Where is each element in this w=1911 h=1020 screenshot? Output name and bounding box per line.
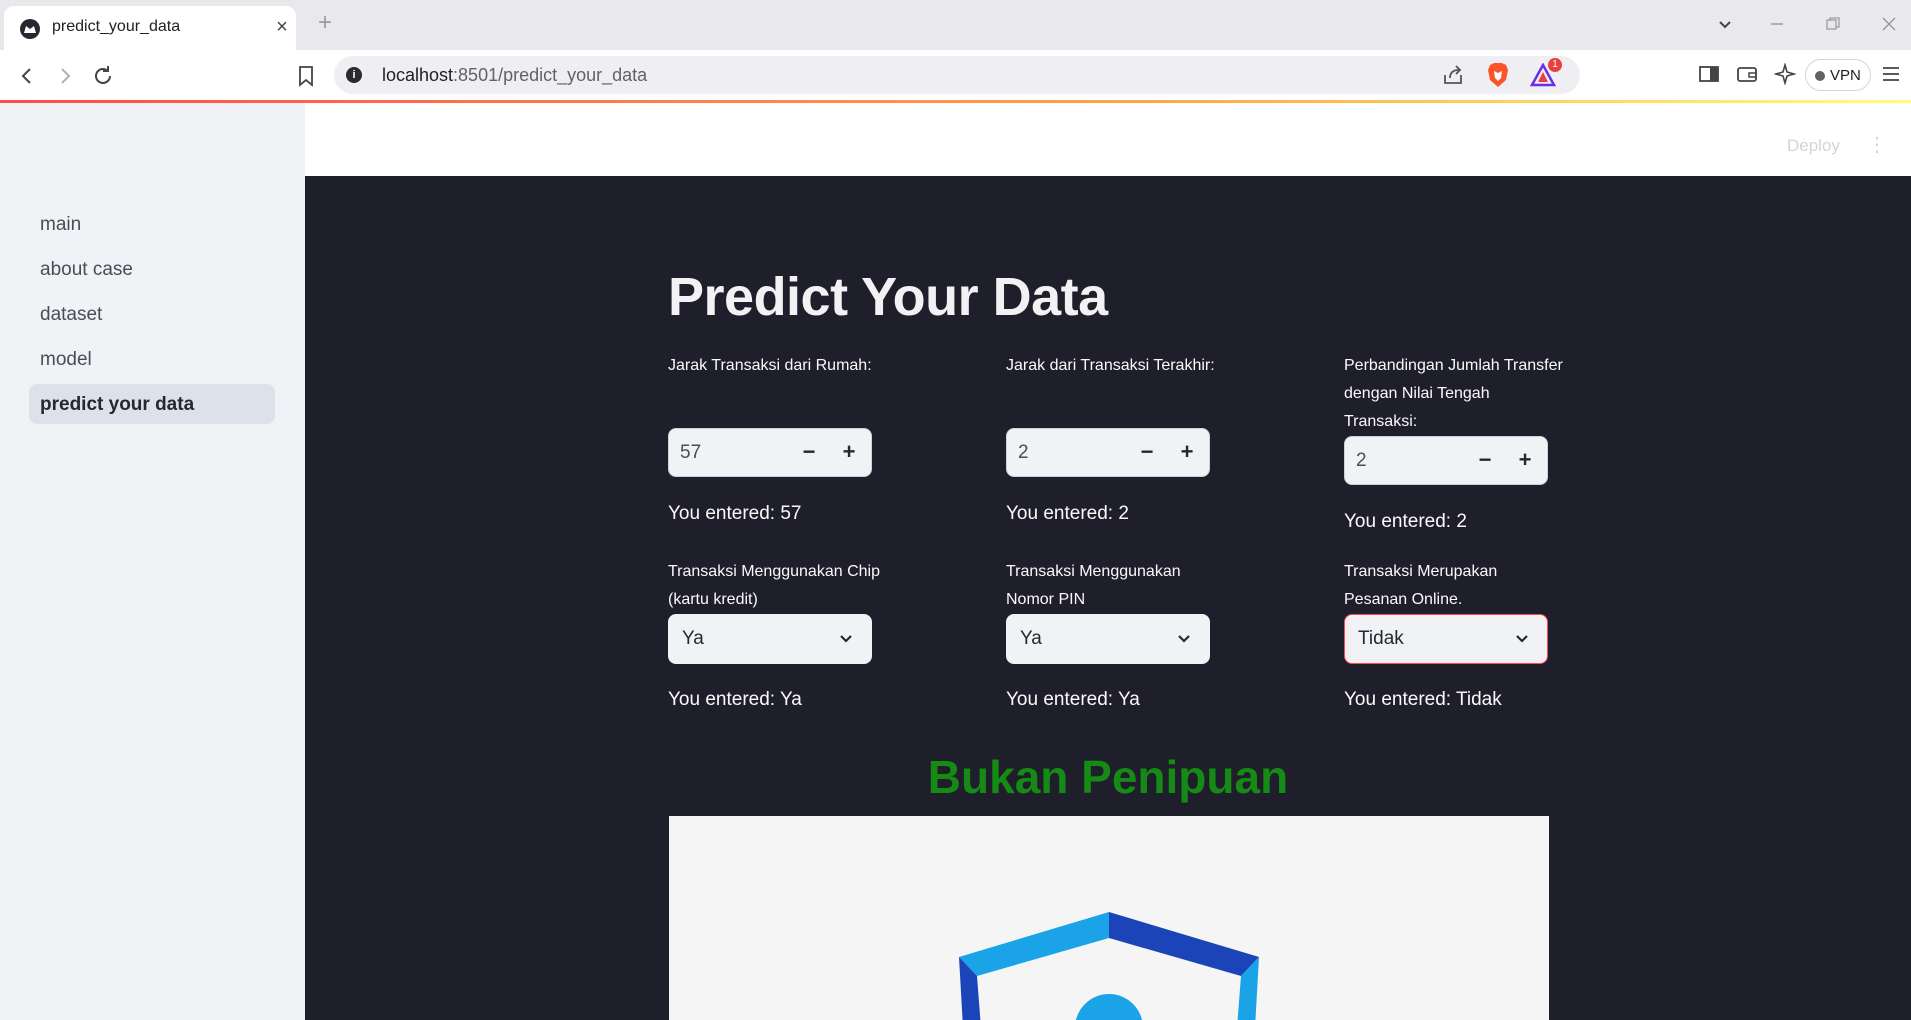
chip-label: Transaksi Menggunakan Chip (kartu kredit… [668,563,880,608]
browser-tab[interactable]: predict_your_data × [4,6,296,50]
shield-icon [959,910,1259,1020]
tab-title: predict_your_data [52,18,181,35]
minimize-icon[interactable] [1765,12,1789,36]
address-bar[interactable]: i localhost:8501/predict_your_data 1 [334,56,1580,94]
jarak-terakhir-input[interactable]: 2 − + [1006,428,1210,477]
jarak-rumah-value[interactable]: 57 [680,442,701,464]
vpn-status-icon [1815,71,1825,81]
perbandingan-input[interactable]: 2 − + [1344,436,1548,485]
sidebar-item-predict-your-data[interactable]: predict your data [29,384,275,424]
leo-ai-icon[interactable] [1773,62,1798,87]
menu-icon[interactable] [1880,63,1904,87]
new-tab-icon[interactable]: + [313,11,337,35]
sidebar-icon[interactable] [1698,63,1722,87]
chip-select[interactable]: Ya [668,614,872,664]
back-icon[interactable] [13,62,41,90]
sidebar-item-dataset[interactable]: dataset [29,294,275,334]
chip-selected-value[interactable]: Ya [682,628,704,650]
jarak-rumah-input[interactable]: 57 − + [668,428,872,477]
increment-button[interactable]: + [833,438,865,468]
bookmark-icon[interactable] [292,62,320,90]
pin-label: Transaksi Menggunakan Nomor PIN [1006,563,1181,608]
close-window-icon[interactable] [1877,12,1901,36]
reload-icon[interactable] [89,62,117,90]
chevron-down-icon[interactable] [837,630,855,648]
decrement-button[interactable]: − [1131,438,1163,468]
prediction-result: Bukan Penipuan [927,751,1289,803]
sidebar-item-main[interactable]: main [29,204,275,244]
restore-icon[interactable] [1821,12,1845,36]
url-text[interactable]: localhost:8501/predict_your_data [382,65,647,86]
jarak-terakhir-value[interactable]: 2 [1018,442,1029,464]
browser-tabstrip: predict_your_data × + [0,0,1911,50]
perbandingan-label: Perbandingan Jumlah Transfer dengan Nila… [1344,357,1563,430]
jarak-rumah-echo: You entered: 57 [668,503,802,524]
increment-button[interactable]: + [1509,446,1541,476]
decrement-button[interactable]: − [793,438,825,468]
wallet-icon[interactable] [1736,63,1760,87]
rewards-badge: 1 [1548,58,1562,72]
close-tab-icon[interactable]: × [272,17,292,37]
browser-toolbar: i localhost:8501/predict_your_data 1 VPN [0,50,1911,100]
site-info-icon[interactable]: i [346,67,362,83]
online-label: Transaksi Merupakan Pesanan Online. [1344,563,1498,608]
jarak-terakhir-label: Jarak dari Transaksi Terakhir: [1006,357,1215,374]
jarak-terakhir-echo: You entered: 2 [1006,503,1129,524]
app-header: Deploy ⋮ [305,103,1911,176]
vpn-button[interactable]: VPN [1805,59,1871,91]
deploy-button[interactable]: Deploy [1787,136,1840,156]
brave-lion-icon[interactable] [1486,62,1510,88]
main-menu-icon[interactable]: ⋮ [1867,133,1887,157]
perbandingan-echo: You entered: 2 [1344,511,1467,532]
sidebar: main about case dataset model predict yo… [0,103,305,1020]
online-echo: You entered: Tidak [1344,689,1502,710]
online-selected-value[interactable]: Tidak [1358,628,1404,650]
chevron-down-icon[interactable] [1513,630,1531,648]
online-select[interactable]: Tidak [1344,614,1548,664]
jarak-rumah-label: Jarak Transaksi dari Rumah: [668,357,872,374]
increment-button[interactable]: + [1171,438,1203,468]
sidebar-item-model[interactable]: model [29,339,275,379]
pin-selected-value[interactable]: Ya [1020,628,1042,650]
sidebar-item-about-case[interactable]: about case [29,249,275,289]
forward-icon[interactable] [51,62,79,90]
share-icon[interactable] [1442,64,1464,86]
chip-echo: You entered: Ya [668,689,802,710]
pin-echo: You entered: Ya [1006,689,1140,710]
streamlit-favicon-icon [20,19,40,39]
main-content: Predict Your Data Jarak Transaksi dari R… [305,176,1911,1020]
tab-search-icon[interactable] [1713,12,1737,36]
pin-select[interactable]: Ya [1006,614,1210,664]
decrement-button[interactable]: − [1469,446,1501,476]
result-image [669,816,1549,1020]
perbandingan-value[interactable]: 2 [1356,450,1367,472]
chevron-down-icon[interactable] [1175,630,1193,648]
page-title: Predict Your Data [668,267,1108,327]
